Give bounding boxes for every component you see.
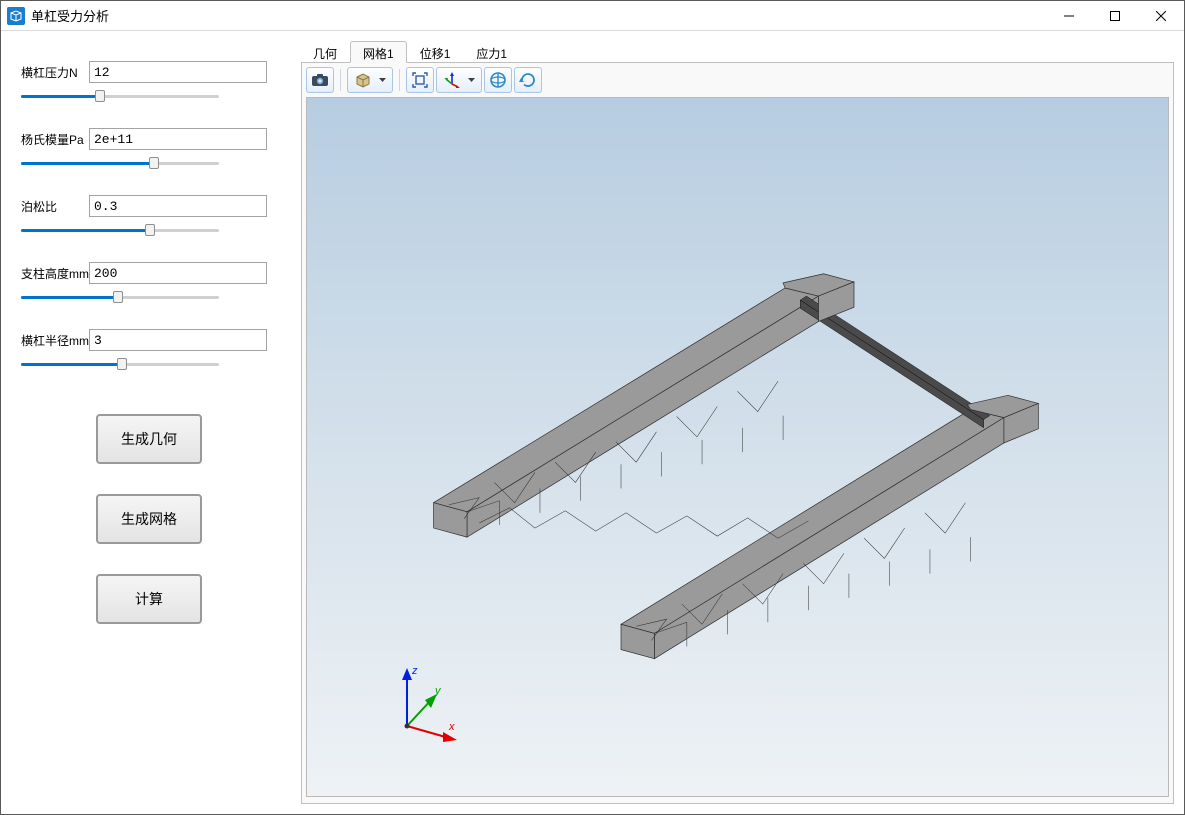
view-tabs: 几何 网格1 位移1 应力1 — [300, 41, 1174, 63]
view-toolbar — [304, 65, 1171, 95]
param-label: 横杠半径mm — [21, 332, 89, 349]
param-label: 泊松比 — [21, 198, 89, 215]
svg-text:x: x — [448, 721, 455, 733]
youngs-modulus-input[interactable] — [89, 128, 267, 150]
chevron-down-icon — [379, 78, 386, 83]
title-bar: 单杠受力分析 — [1, 1, 1184, 31]
view-panel: 几何 网格1 位移1 应力1 — [301, 41, 1174, 804]
pressure-input[interactable] — [89, 61, 267, 83]
viewport-3d[interactable]: z y x — [306, 97, 1169, 797]
poisson-ratio-input[interactable] — [89, 195, 267, 217]
poisson-ratio-slider[interactable] — [21, 220, 219, 240]
camera-icon[interactable] — [306, 67, 334, 93]
height-slider[interactable] — [21, 287, 219, 307]
param-label: 支柱高度mm — [21, 265, 89, 282]
maximize-button[interactable] — [1092, 1, 1138, 30]
chevron-down-icon — [468, 78, 475, 83]
tab-geometry[interactable]: 几何 — [300, 41, 350, 63]
close-button[interactable] — [1138, 1, 1184, 30]
generate-mesh-button[interactable]: 生成网格 — [96, 494, 202, 544]
height-input[interactable] — [89, 262, 267, 284]
axes-icon[interactable] — [436, 67, 482, 93]
tab-mesh[interactable]: 网格1 — [350, 41, 407, 63]
fit-view-icon[interactable] — [406, 67, 434, 93]
pressure-slider[interactable] — [21, 86, 219, 106]
radius-slider[interactable] — [21, 354, 219, 374]
svg-text:y: y — [434, 685, 442, 697]
compute-button[interactable]: 计算 — [96, 574, 202, 624]
cube-view-icon[interactable] — [347, 67, 393, 93]
reset-icon[interactable] — [514, 67, 542, 93]
orbit-icon[interactable] — [484, 67, 512, 93]
tab-displacement[interactable]: 位移1 — [407, 41, 464, 63]
tab-stress[interactable]: 应力1 — [463, 41, 520, 63]
app-title: 单杠受力分析 — [31, 6, 109, 25]
param-label: 杨氏模量Pa — [21, 131, 89, 148]
svg-text:z: z — [411, 665, 418, 677]
parameter-panel: 横杠压力N 杨氏模量Pa 泊松比 支柱高度mm 横杠半径mm — [11, 41, 291, 804]
minimize-button[interactable] — [1046, 1, 1092, 30]
app-icon — [7, 7, 25, 25]
radius-input[interactable] — [89, 329, 267, 351]
axis-indicator: z y x — [377, 656, 467, 746]
view-frame: z y x — [301, 62, 1174, 804]
youngs-modulus-slider[interactable] — [21, 153, 219, 173]
param-label: 横杠压力N — [21, 64, 89, 81]
generate-geometry-button[interactable]: 生成几何 — [96, 414, 202, 464]
